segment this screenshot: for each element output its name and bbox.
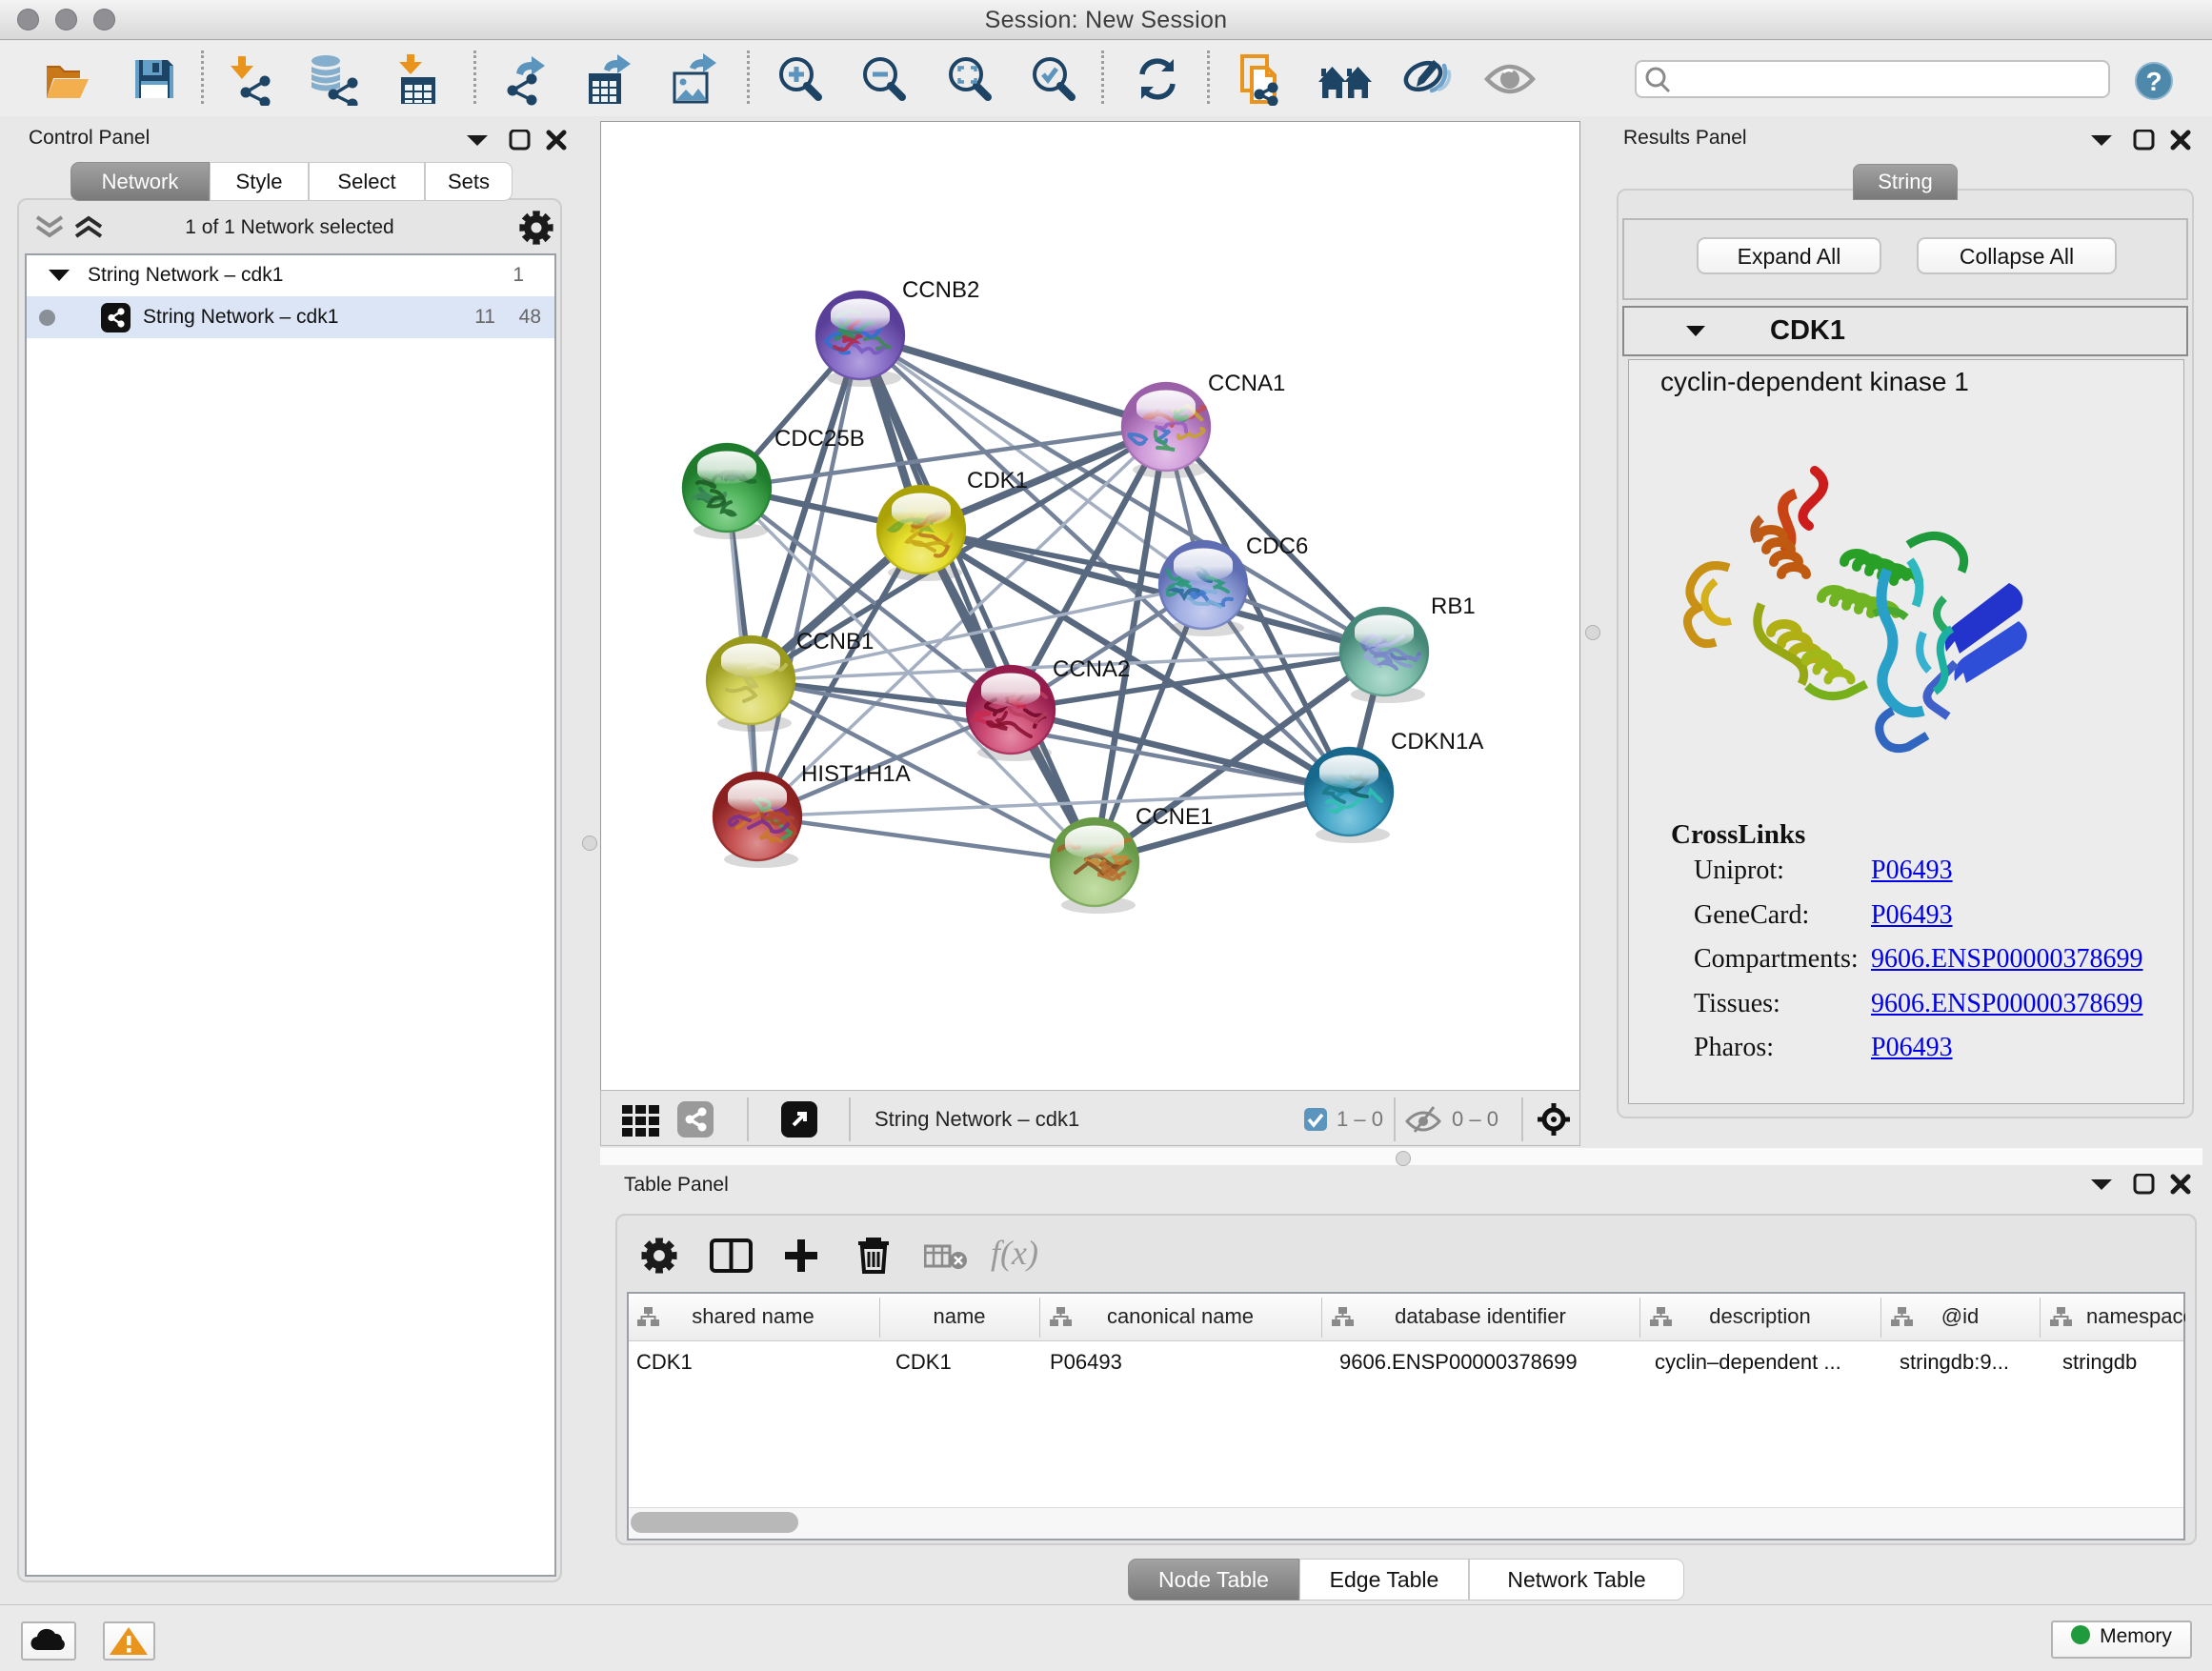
svg-text:CDC6: CDC6 [1246,534,1308,559]
svg-text:RB1: RB1 [1431,594,1476,619]
svg-text:CDK1: CDK1 [967,468,1028,493]
svg-text:CCNA2: CCNA2 [1053,656,1130,682]
svg-text:CDC25B: CDC25B [774,426,865,452]
svg-text:HIST1H1A: HIST1H1A [801,761,911,787]
svg-text:CDKN1A: CDKN1A [1391,729,1483,755]
svg-text:CCNB2: CCNB2 [902,277,979,303]
svg-text:CCNA1: CCNA1 [1208,371,1285,396]
svg-text:CCNB1: CCNB1 [796,629,874,654]
svg-text:CCNE1: CCNE1 [1136,804,1213,830]
